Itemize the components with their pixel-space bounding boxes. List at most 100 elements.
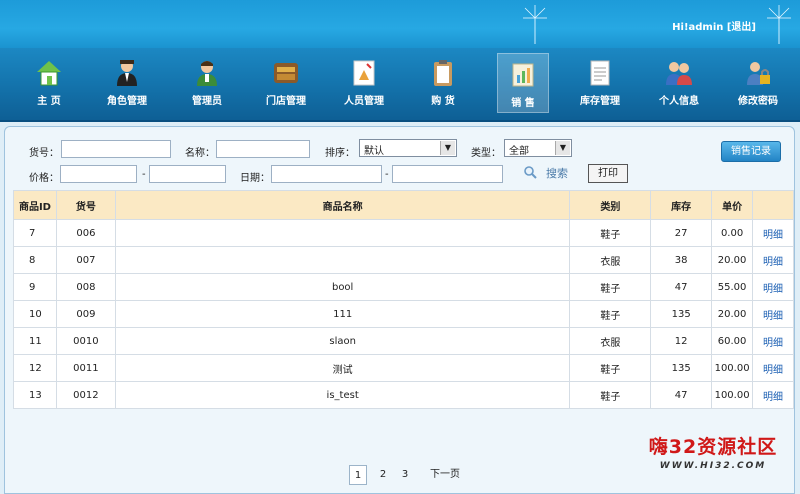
nav-label: 管理员 [192,96,222,107]
cell-stock: 135 [650,300,713,328]
nav-inventory-management[interactable]: 库存管理 [565,52,635,114]
date-start-input[interactable] [271,165,382,183]
dandelion-decoration-icon [767,5,791,44]
sort-select-value: 默认 [364,146,384,157]
cell-category: 衣服 [569,246,652,274]
type-select-value: 全部 [509,146,529,157]
user-greeting: Hi!admin [退出] [672,18,756,33]
cell-stock: 38 [650,246,713,274]
nav-label: 销 售 [511,98,535,109]
detail-link[interactable]: 明细 [752,381,794,409]
cell-price: 100.00 [711,354,754,382]
nav-personal-info[interactable]: 个人信息 [644,52,714,114]
cell-price: 20.00 [711,246,754,274]
column-header: 库存 [650,190,713,220]
type-select[interactable]: 全部 ▼ [504,139,572,157]
detail-link[interactable]: 明细 [752,300,794,328]
nav-change-password[interactable]: 修改密码 [723,52,793,114]
site-watermark: 嗨32资源社区 WWW.HI32.COM [643,432,783,471]
date-label: 日期： [240,173,270,184]
cell-category: 鞋子 [569,354,652,382]
cell-name: bool [114,273,571,301]
nav-sales[interactable]: 销 售 [497,53,549,113]
detail-link[interactable]: 明细 [752,273,794,301]
date-end-input[interactable] [392,165,503,183]
cell-id: 13 [13,381,57,409]
nav-purchase[interactable]: 购 货 [408,52,478,114]
sort-label: 排序： [325,148,355,159]
column-header: 商品名称 [114,190,571,220]
cell-item-no: 009 [55,300,116,328]
product-table: 商品ID 货号 商品名称 类别 库存 单价 7 006 鞋子 27 0.00 明… [13,190,794,409]
type-label: 类型： [471,148,501,159]
sales-chart-icon [512,63,534,87]
top-banner: Hi!admin [退出] [0,0,800,48]
chevron-down-icon: ▼ [555,141,570,155]
item-no-label: 货号： [29,148,59,159]
table-row: 7 006 鞋子 27 0.00 明细 [13,219,794,247]
table-header-row: 商品ID 货号 商品名称 类别 库存 单价 [13,190,794,220]
nav-label: 主 页 [37,96,61,107]
detail-link[interactable]: 明细 [752,354,794,382]
cell-price: 60.00 [711,327,754,355]
detail-link[interactable]: 明细 [752,246,794,274]
cell-id: 10 [13,300,57,328]
column-header: 商品ID [13,190,57,220]
cell-price: 100.00 [711,381,754,409]
nav-store-management[interactable]: 门店管理 [251,52,321,114]
cell-name: slaon [114,327,571,355]
cell-item-no: 006 [55,219,116,247]
print-button[interactable]: 打印 [588,164,628,183]
table-row: 11 0010 slaon 衣服 12 60.00 明细 [13,327,794,355]
main-navigation: 主 页 角色管理 管理员 门店管理 人员管理 购 货 销 售 库存管理 个人信息… [0,48,800,122]
home-icon [37,61,61,86]
cell-category: 鞋子 [569,273,652,301]
cell-category: 鞋子 [569,381,652,409]
cell-id: 7 [13,219,57,247]
price-max-input[interactable] [149,165,226,183]
item-no-input[interactable] [61,140,171,158]
page-1-button[interactable]: 1 [349,465,367,485]
date-range-dash: - [385,169,389,180]
page-3-button[interactable]: 3 [399,465,411,485]
cell-name [114,219,571,247]
table-row: 13 0012 is_test 鞋子 47 100.00 明细 [13,381,794,409]
table-row: 12 0011 测试 鞋子 135 100.00 明细 [13,354,794,382]
lock-user-icon [747,62,770,85]
price-label: 价格： [29,173,59,184]
cell-name: is_test [114,381,571,409]
price-min-input[interactable] [60,165,137,183]
next-page-button[interactable]: 下一页 [427,465,463,485]
cell-price: 55.00 [711,273,754,301]
detail-link[interactable]: 明细 [752,219,794,247]
watermark-title: 嗨32资源社区 [648,436,778,458]
cell-item-no: 0010 [55,327,116,355]
cell-item-no: 007 [55,246,116,274]
page-2-button[interactable]: 2 [377,465,389,485]
cell-id: 8 [13,246,57,274]
logout-link[interactable]: [退出] [727,22,756,33]
search-button[interactable]: 搜索 [523,163,579,183]
cell-stock: 135 [650,354,713,382]
cell-stock: 27 [650,219,713,247]
clipboard-icon [434,60,452,86]
store-icon [274,63,298,83]
search-icon [524,166,537,179]
detail-link[interactable]: 明细 [752,327,794,355]
nav-administrator[interactable]: 管理员 [172,52,242,114]
sales-record-button[interactable]: 销售记录 [721,141,781,162]
cell-price: 20.00 [711,300,754,328]
sort-select[interactable]: 默认 ▼ [359,139,457,157]
column-header: 类别 [569,190,652,220]
column-header: 单价 [711,190,754,220]
nav-role-management[interactable]: 角色管理 [92,52,162,114]
search-button-label: 搜索 [546,167,568,180]
waiter-icon [117,60,137,86]
cell-item-no: 0011 [55,354,116,382]
nav-label: 购 货 [431,96,455,107]
name-input[interactable] [216,140,310,158]
cell-item-no: 008 [55,273,116,301]
nav-home[interactable]: 主 页 [14,52,84,114]
nav-staff-management[interactable]: 人员管理 [329,52,399,114]
cell-stock: 47 [650,273,713,301]
